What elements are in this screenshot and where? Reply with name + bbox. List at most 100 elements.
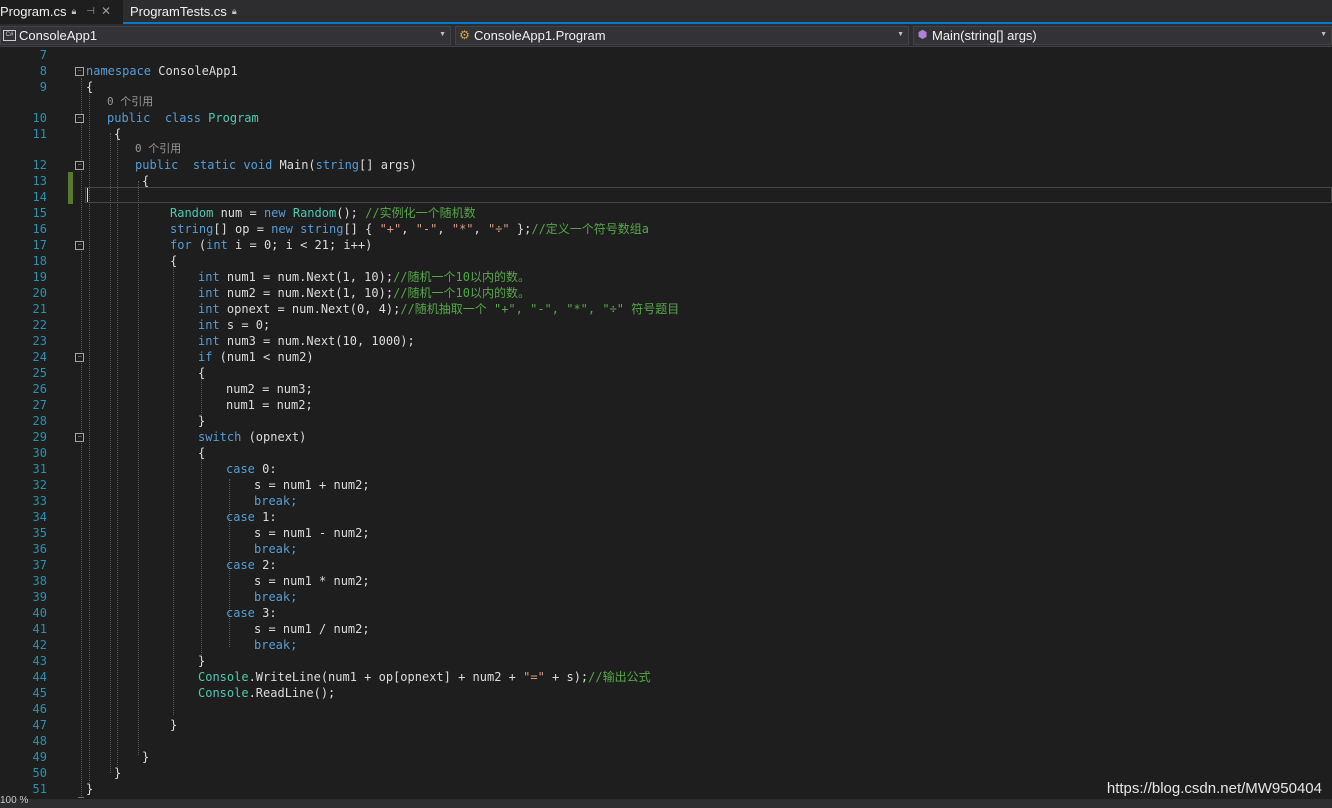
member-dropdown[interactable]: ⬢ Main(string[] args) ▼ [913, 26, 1332, 45]
text-caret [87, 188, 88, 202]
member-dropdown-value: Main(string[] args) [932, 28, 1037, 43]
codelens-references[interactable]: 0 个引用 [107, 95, 153, 109]
code-text: 3: [254, 606, 277, 620]
keyword: int [198, 302, 220, 316]
collapse-icon[interactable]: − [75, 353, 84, 362]
line-number: 46 [32, 702, 47, 716]
code-line: case 3: [226, 605, 277, 621]
code-line: case 2: [226, 557, 277, 573]
type-dropdown[interactable]: ⚙ ConsoleApp1.Program ▼ [455, 26, 909, 45]
code-line: s = num1 + num2; [254, 477, 370, 493]
collapse-icon[interactable]: − [75, 241, 84, 250]
codelens-references[interactable]: 0 个引用 [135, 142, 181, 156]
keyword: case [226, 510, 255, 524]
code-text: (opnext) [241, 430, 307, 444]
type-name: Random [170, 206, 214, 220]
code-line: int s = 0; [198, 317, 270, 333]
code-line: } [198, 413, 205, 429]
change-indicator [68, 172, 73, 204]
brace: { [198, 366, 206, 380]
brace: } [198, 654, 206, 668]
string-literal: "=" [523, 670, 545, 684]
line-number: 15 [32, 206, 47, 220]
line-number: 27 [32, 398, 47, 412]
line-number: 44 [32, 670, 47, 684]
brace: } [170, 718, 178, 732]
code-text: num3 = num.Next(10, 1000); [219, 334, 415, 348]
code-line: int num3 = num.Next(10, 1000); [198, 333, 415, 349]
line-number: 39 [32, 590, 47, 604]
close-icon[interactable]: ✕ [101, 4, 111, 18]
string-literal: "÷" [487, 222, 510, 236]
code-editor[interactable]: 7 8 9 10 11 12 13 14 15 16 17 18 19 20 21 22 23 24 25 26 27 2… [0, 47, 1332, 799]
code-line: break; [254, 637, 297, 653]
line-number: 24 [32, 350, 47, 364]
project-dropdown-value: ConsoleApp1 [19, 28, 98, 43]
code-line: num2 = num3; [226, 381, 313, 397]
collapse-icon[interactable]: − [75, 114, 84, 123]
code-line: { [198, 445, 205, 461]
line-number: 35 [32, 526, 47, 540]
line-number: 14 [32, 190, 47, 204]
keyword: new [271, 222, 293, 236]
indent-guide [117, 135, 118, 767]
watermark-text: https://blog.csdn.net/MW950404 [1106, 780, 1322, 797]
string-literal: "*" [451, 222, 474, 236]
line-number: 33 [32, 494, 47, 508]
line-number: 20 [32, 286, 47, 300]
tab-program-cs[interactable]: Program.cs 🔒︎ ⊣ ✕ [0, 0, 123, 24]
code-line: s = num1 / num2; [254, 621, 370, 637]
keyword: if [198, 350, 213, 364]
comment: //随机抽取一个 "+", "-", "*", "÷" 符号题目 [400, 302, 680, 316]
code-text: num1 = num2; [226, 398, 313, 412]
code-text: 0: [254, 462, 277, 476]
editor-status-strip: 100 % [0, 795, 1332, 808]
code-text: [] op = [213, 222, 272, 236]
string-literal: "+" [379, 222, 402, 236]
tab-label: Program.cs [0, 3, 67, 19]
indent-guide [201, 455, 202, 663]
code-text: num = [213, 206, 264, 220]
line-number: 42 [32, 638, 47, 652]
brace: } [86, 782, 94, 796]
collapse-icon[interactable]: − [75, 67, 84, 76]
type-name: Console [198, 670, 249, 684]
document-tab-strip: Program.cs 🔒︎ ⊣ ✕ ProgramTests.cs 🔒︎ [0, 0, 1332, 24]
line-number: 21 [32, 302, 47, 316]
code-line: if (num1 < num2) [198, 349, 314, 365]
collapse-icon[interactable]: − [75, 433, 84, 442]
tab-programtests-cs[interactable]: ProgramTests.cs 🔒︎ [123, 0, 253, 22]
code-text: ( [191, 238, 207, 252]
zoom-level[interactable]: 100 % [0, 795, 28, 806]
code-line: } [170, 717, 177, 733]
comment: //随机一个10以内的数。 [393, 286, 530, 300]
keyword: public [135, 158, 179, 172]
line-number: 10 [32, 111, 47, 125]
chevron-down-icon: ▼ [1320, 31, 1327, 38]
pin-icon[interactable]: ⊣ [86, 6, 95, 17]
code-line: case 0: [226, 461, 277, 477]
chevron-down-icon: ▼ [897, 31, 904, 38]
keyword: int [198, 318, 220, 332]
line-number: 11 [32, 127, 47, 141]
type-name: Console [198, 686, 249, 700]
csharp-project-icon: C# [3, 30, 16, 41]
code-line: int opnext = num.Next(0, 4);//随机抽取一个 "+"… [198, 301, 679, 317]
code-text: (num1 < num2) [212, 350, 314, 364]
project-dropdown[interactable]: C# ConsoleApp1 ▼ [0, 26, 451, 45]
code-line: int num2 = num.Next(1, 10);//随机一个10以内的数。 [198, 285, 530, 301]
brace: { [114, 127, 122, 141]
collapse-icon[interactable]: − [75, 161, 84, 170]
keyword: case [226, 558, 255, 572]
code-line: break; [254, 541, 297, 557]
keyword: string [315, 158, 360, 172]
code-text: .WriteLine(num1 + op[opnext] + num2 + [248, 670, 524, 684]
code-text: s = num1 * num2; [254, 574, 370, 588]
code-line: s = num1 * num2; [254, 573, 370, 589]
code-line: { [142, 173, 149, 189]
line-number: 47 [32, 718, 47, 732]
keyword: class [164, 111, 201, 125]
code-text: num1 = num.Next(1, 10); [219, 270, 394, 284]
keyword: for [170, 238, 192, 252]
code-text: .ReadLine(); [248, 686, 336, 700]
